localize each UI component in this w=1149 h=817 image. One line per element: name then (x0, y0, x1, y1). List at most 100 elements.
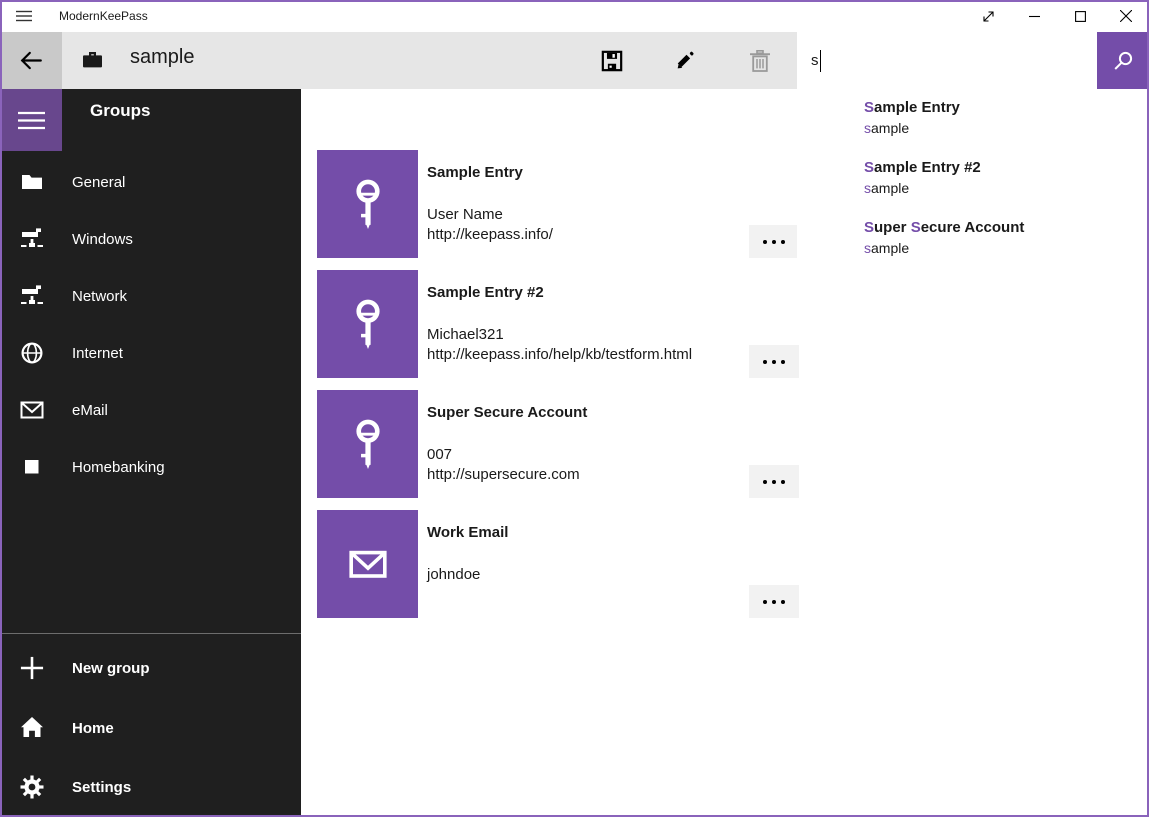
mail-icon (20, 398, 44, 422)
mail-icon (338, 534, 398, 594)
home-icon (20, 716, 44, 740)
suggestion-title: Sample Entry #2 (864, 158, 1134, 178)
entry-username: 007 (427, 445, 452, 465)
ellipsis-icon (763, 600, 767, 604)
sidebar-item-label: Network (72, 288, 127, 305)
sidebar-item-label: Homebanking (72, 459, 165, 476)
sidebar-hamburger-button[interactable] (0, 89, 62, 151)
sidebar-action-label: Home (72, 720, 114, 737)
entry-username: Michael321 (427, 325, 504, 345)
sidebar-item-label: General (72, 174, 125, 191)
sidebar-item-network[interactable]: Network (0, 268, 301, 324)
globe-icon (20, 341, 44, 365)
text-caret (820, 50, 821, 72)
titlebar-hamburger-icon[interactable] (0, 0, 48, 32)
sidebar-item-general[interactable]: General (0, 154, 301, 210)
key-icon (339, 295, 397, 353)
entry-row[interactable]: Work Email johndoe (317, 510, 799, 618)
sidebar-item-homebanking[interactable]: Homebanking (0, 439, 301, 495)
entry-url: http://keepass.info/ (427, 225, 553, 245)
sidebar-item-email[interactable]: eMail (0, 382, 301, 438)
back-arrow-icon (18, 47, 45, 74)
search-input[interactable]: s (797, 32, 1097, 89)
suggestion-title: Super Secure Account (864, 218, 1134, 238)
close-button[interactable] (1103, 0, 1149, 32)
entry-title: Sample Entry #2 (427, 284, 544, 301)
more-button[interactable] (749, 225, 799, 258)
search-suggestions: Sample Entry sample Sample Entry #2 samp… (797, 89, 1147, 285)
square-icon (20, 455, 44, 479)
sidebar-item-label: eMail (72, 402, 108, 419)
suggestion-item[interactable]: Sample Entry sample (864, 98, 1134, 138)
entry-tile[interactable] (317, 510, 418, 618)
suggestion-item[interactable]: Super Secure Account sample (864, 218, 1134, 258)
pencil-icon (674, 50, 696, 72)
fullscreen-icon (981, 9, 996, 24)
suggestion-subtitle: sample (864, 178, 1134, 198)
suggestion-item[interactable]: Sample Entry #2 sample (864, 158, 1134, 198)
entry-username: User Name (427, 205, 503, 225)
database-briefcase-icon (83, 52, 102, 68)
entry-title: Sample Entry (427, 164, 523, 181)
trash-icon (750, 50, 770, 72)
sidebar-item-label: Internet (72, 345, 123, 362)
sidebar-action-label: New group (72, 660, 150, 677)
more-button[interactable] (749, 345, 799, 378)
search-input-value: s (811, 52, 819, 69)
entry-tile[interactable] (317, 390, 418, 498)
edit-button[interactable] (661, 32, 709, 89)
network-icon (20, 284, 44, 308)
sidebar-divider (0, 633, 301, 634)
sidebar-item-internet[interactable]: Internet (0, 325, 301, 381)
entry-title: Super Secure Account (427, 404, 587, 421)
more-button[interactable] (749, 465, 799, 498)
sidebar: Groups General Windows Network Internet … (0, 89, 301, 817)
entry-username: johndoe (427, 565, 480, 585)
ellipsis-icon (763, 240, 767, 244)
entry-row[interactable]: Sample Entry User Name http://keepass.in… (317, 150, 799, 258)
groups-heading: Groups (90, 100, 150, 122)
title-bar: ModernKeePass (0, 0, 1149, 32)
sidebar-item-windows[interactable]: Windows (0, 211, 301, 267)
home-button[interactable]: Home (0, 700, 301, 756)
save-button[interactable] (588, 32, 636, 89)
entry-tile[interactable] (317, 270, 418, 378)
ellipsis-icon (763, 480, 767, 484)
entry-title: Work Email (427, 524, 508, 541)
minimize-icon (1029, 11, 1040, 22)
search-icon (1114, 51, 1133, 70)
settings-button[interactable]: Settings (0, 759, 301, 815)
new-group-button[interactable]: New group (0, 640, 301, 696)
key-icon (339, 175, 397, 233)
plus-icon (20, 656, 44, 680)
suggestion-title: Sample Entry (864, 98, 1134, 118)
folder-icon (20, 170, 44, 194)
suggestion-subtitle: sample (864, 238, 1134, 258)
fullscreen-button[interactable] (965, 0, 1011, 32)
ellipsis-icon (763, 360, 767, 364)
save-icon (601, 50, 623, 72)
window-title: ModernKeePass (59, 9, 148, 23)
entry-url: http://keepass.info/help/kb/testform.htm… (427, 345, 692, 365)
sidebar-action-label: Settings (72, 779, 131, 796)
close-icon (1120, 10, 1132, 22)
back-button[interactable] (0, 32, 62, 89)
suggestion-subtitle: sample (864, 118, 1134, 138)
entry-row[interactable]: Sample Entry #2 Michael321 http://keepas… (317, 270, 799, 378)
app-bar: sample s (0, 32, 1149, 89)
entry-row[interactable]: Super Secure Account 007 http://supersec… (317, 390, 799, 498)
search-button[interactable] (1097, 32, 1149, 89)
database-title: sample (130, 46, 194, 69)
key-icon (339, 415, 397, 473)
entry-url: http://supersecure.com (427, 465, 580, 485)
hamburger-icon (18, 111, 45, 130)
delete-button[interactable] (736, 32, 784, 89)
network-icon (20, 227, 44, 251)
more-button[interactable] (749, 585, 799, 618)
maximize-button[interactable] (1057, 0, 1103, 32)
minimize-button[interactable] (1011, 0, 1057, 32)
gear-icon (20, 775, 44, 799)
sidebar-item-label: Windows (72, 231, 133, 248)
entry-tile[interactable] (317, 150, 418, 258)
maximize-icon (1075, 11, 1086, 22)
